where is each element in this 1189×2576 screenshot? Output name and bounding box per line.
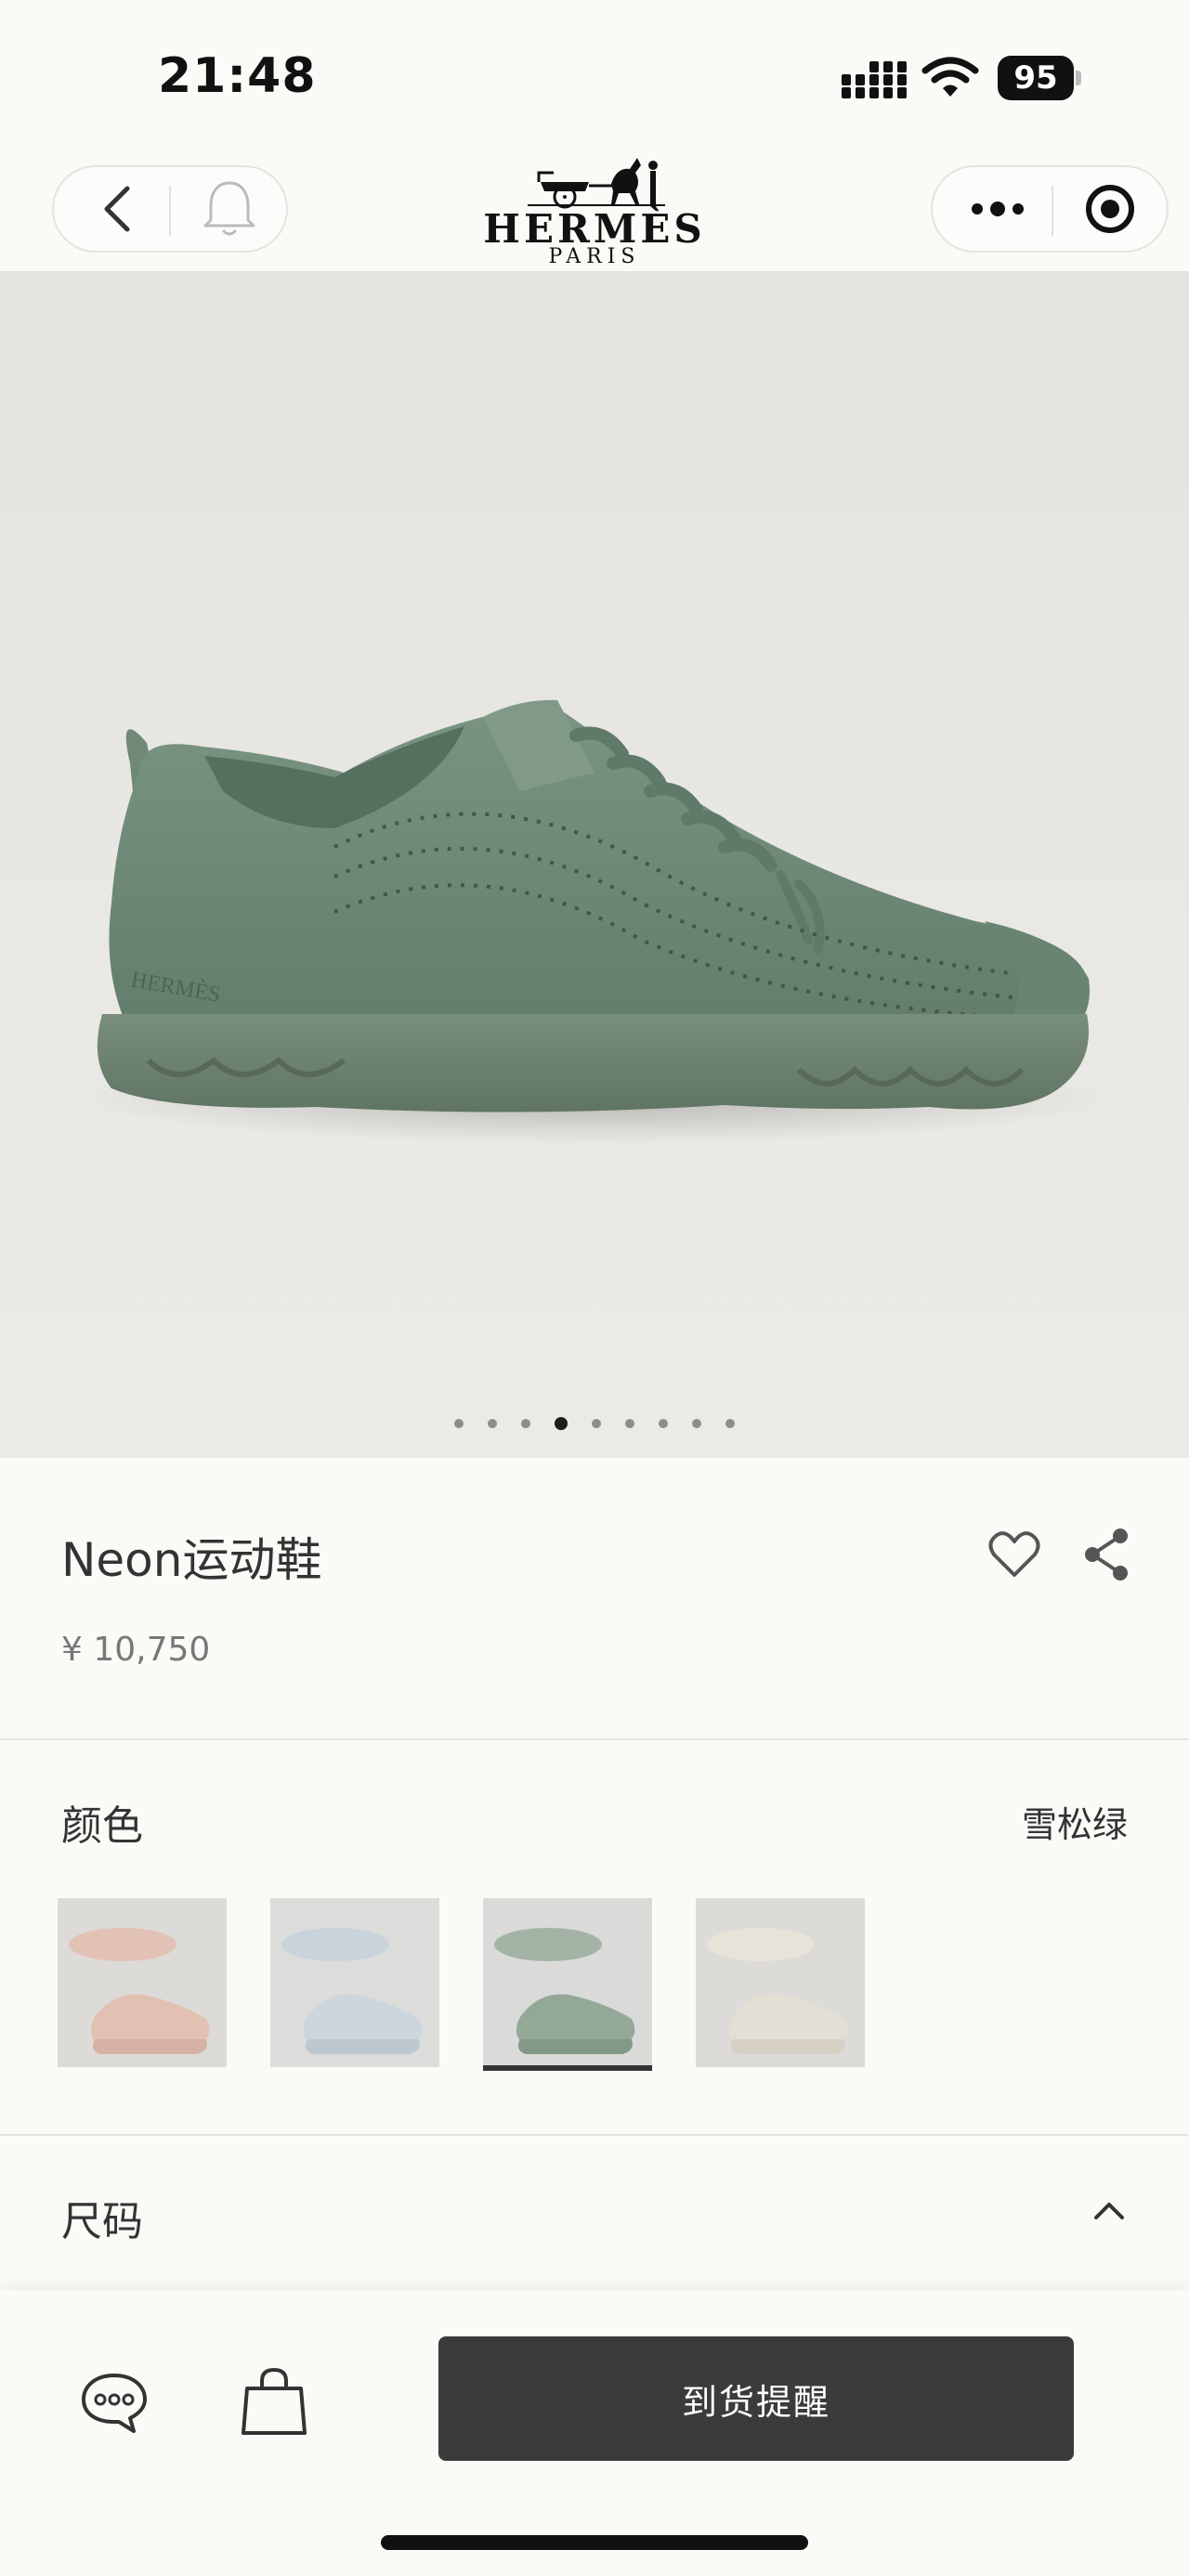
carousel-dot[interactable] <box>454 1419 464 1428</box>
restock-notify-button[interactable]: 到货提醒 <box>438 2336 1074 2461</box>
swatch-sneaker-image <box>696 1898 865 2067</box>
bell-icon <box>203 181 255 236</box>
carousel-dot[interactable] <box>725 1419 735 1428</box>
selected-swatch-indicator <box>483 2065 652 2071</box>
product-price: ¥ 10,750 <box>61 1631 211 1669</box>
carousel-dot[interactable] <box>659 1419 668 1428</box>
target-icon <box>1086 185 1134 233</box>
back-button[interactable] <box>72 167 162 251</box>
product-page: 21:48 95 HERMÈS PARIS HERMÈS Neon运动鞋 ¥ 1… <box>0 0 1189 2576</box>
color-swatch-cream[interactable] <box>696 1898 865 2067</box>
product-image-carousel[interactable]: HERMÈS <box>0 271 1189 1458</box>
notification-button[interactable] <box>178 167 281 251</box>
brand-sub: PARIS <box>548 245 641 268</box>
color-swatch-cedar-green[interactable] <box>483 1898 652 2067</box>
chevron-up-icon[interactable] <box>1092 2197 1126 2223</box>
product-title: Neon运动鞋 <box>61 1533 322 1587</box>
selected-color-name: 雪松绿 <box>1021 1804 1128 1845</box>
battery-level: 95 <box>1013 59 1058 97</box>
swatch-sneaker-image <box>270 1898 439 2067</box>
swatch-sneaker-image <box>58 1898 227 2067</box>
shopping-bag-icon[interactable] <box>238 2364 310 2439</box>
carousel-dot[interactable] <box>488 1419 497 1428</box>
swatch-sneaker-image <box>483 1898 652 2067</box>
status-time: 21:48 <box>158 48 317 104</box>
chevron-left-icon <box>104 186 130 232</box>
color-swatch-pink[interactable] <box>58 1898 227 2067</box>
more-dots-icon <box>972 202 1024 216</box>
battery-indicator: 95 <box>998 56 1083 102</box>
carousel-dot[interactable] <box>521 1419 530 1428</box>
nav-left-capsule <box>52 165 288 253</box>
sneaker-image: HERMÈS <box>74 699 1115 1144</box>
size-section-label: 尺码 <box>61 2198 143 2245</box>
brand-logo: HERMÈS PARIS <box>464 149 725 269</box>
status-bar: 21:48 95 <box>0 0 1189 149</box>
share-icon[interactable] <box>1081 1527 1133 1582</box>
home-indicator <box>381 2535 808 2550</box>
carousel-dot[interactable] <box>692 1419 701 1428</box>
more-button[interactable] <box>949 167 1046 251</box>
section-divider <box>0 1738 1189 1740</box>
carousel-dot[interactable] <box>625 1419 634 1428</box>
section-divider <box>0 2134 1189 2136</box>
wifi-icon <box>921 57 979 97</box>
bottom-action-bar: 到货提醒 <box>0 2290 1189 2576</box>
carousel-dot-active[interactable] <box>555 1417 568 1430</box>
carriage-logo-icon <box>528 158 665 209</box>
cellular-signal-icon <box>842 61 907 98</box>
nav-right-capsule <box>931 165 1169 253</box>
color-section-label: 颜色 <box>61 1802 143 1850</box>
carousel-dot[interactable] <box>592 1419 601 1428</box>
carousel-pagination <box>0 1417 1189 1438</box>
chat-icon[interactable] <box>78 2370 150 2435</box>
color-swatch-light-blue[interactable] <box>270 1898 439 2067</box>
close-miniprogram-button[interactable] <box>1059 167 1161 251</box>
heart-icon[interactable] <box>988 1530 1040 1579</box>
